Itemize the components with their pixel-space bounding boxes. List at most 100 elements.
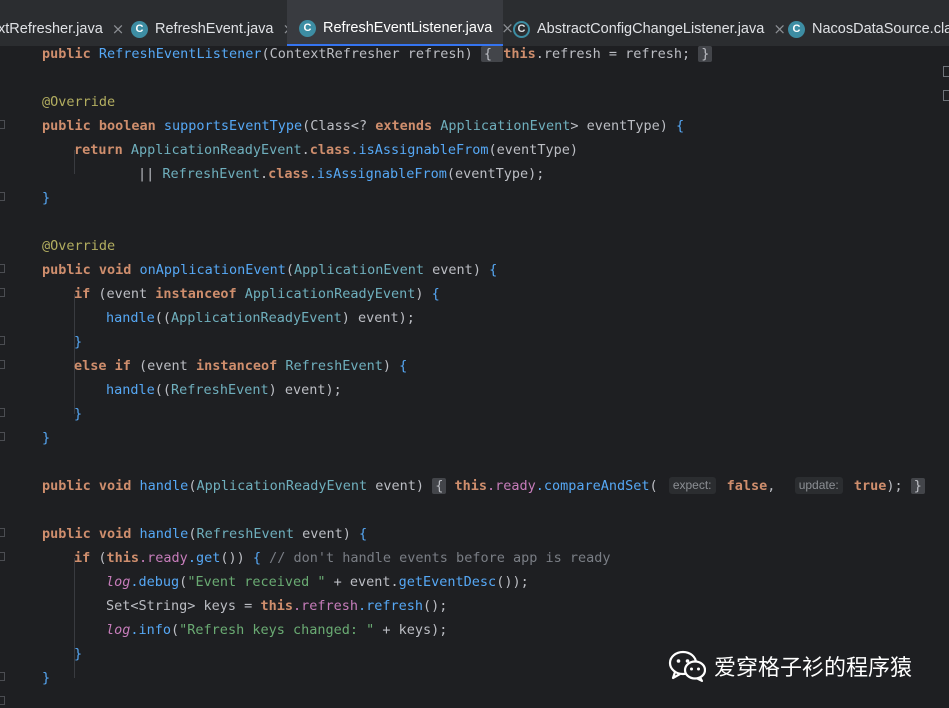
- code-token: .refresh = refresh;: [535, 46, 699, 62]
- fold-marker[interactable]: [0, 528, 5, 537]
- code-token: .ready: [139, 550, 188, 566]
- fold-marker[interactable]: [0, 120, 5, 129]
- code-line: public RefreshEventListener(ContextRefre…: [42, 46, 713, 66]
- fold-marker[interactable]: [0, 672, 5, 681]
- tab-label: AbstractConfigChangeListener.java: [537, 21, 765, 37]
- code-token: {: [480, 46, 504, 62]
- code-line: }: [42, 186, 50, 210]
- wechat-icon: [668, 650, 706, 682]
- code-token: ApplicationReadyEvent: [196, 478, 368, 494]
- code-token: (Class<?: [302, 118, 376, 134]
- code-token: .get: [187, 550, 221, 566]
- annotation: @Override: [42, 238, 116, 254]
- code-token: .compareAndSet: [535, 478, 650, 494]
- close-icon[interactable]: ×: [773, 20, 786, 38]
- abstract-class-icon: C: [513, 20, 530, 38]
- code-token: this: [503, 46, 536, 62]
- code-editor[interactable]: public RefreshEventListener(ContextRefre…: [0, 46, 949, 708]
- code-token: public void: [42, 478, 140, 494]
- code-token: ): [415, 286, 432, 302]
- code-line: public void onApplicationEvent(Applicati…: [42, 258, 497, 282]
- code-token: ApplicationEvent: [294, 262, 425, 278]
- code-token: ApplicationReadyEvent: [171, 310, 342, 326]
- code-token: true: [845, 478, 887, 494]
- folded-block[interactable]: {: [432, 478, 447, 494]
- close-icon[interactable]: ×: [112, 20, 125, 38]
- tab-label: xtRefresher.java: [0, 21, 103, 37]
- code-line: log.debug("Event received " + event.getE…: [106, 570, 529, 594]
- code-line: public boolean supportsEventType(Class<?…: [42, 114, 684, 138]
- code-token: event): [424, 262, 490, 278]
- code-line: if (event instanceof ApplicationReadyEve…: [74, 282, 440, 306]
- parameter-hint: expect:: [668, 477, 716, 494]
- code-token: (eventType): [488, 142, 578, 158]
- code-token: ApplicationReadyEvent: [244, 286, 416, 302]
- code-token: this: [446, 478, 487, 494]
- folded-block[interactable]: }: [910, 478, 925, 494]
- watermark: 爱穿格子衫的程序猿: [668, 650, 912, 682]
- string-literal: "Event received ": [187, 574, 326, 590]
- fold-marker[interactable]: [0, 432, 5, 441]
- code-token: return: [74, 142, 131, 158]
- editor-tab-bar: xtRefresher.java × C RefreshEvent.java ×…: [0, 0, 949, 46]
- code-token: (: [285, 262, 294, 278]
- tab-nacos-data-source[interactable]: C NacosDataSource.clas: [788, 0, 949, 46]
- code-token: + event.: [325, 574, 399, 590]
- code-token: .: [301, 142, 310, 158]
- watermark-text: 爱穿格子衫的程序猿: [714, 656, 913, 681]
- code-token: ,: [767, 478, 792, 494]
- scrollbar-marker[interactable]: [943, 66, 949, 77]
- scrollbar-marker[interactable]: [943, 90, 949, 101]
- code-token: handle: [139, 478, 189, 494]
- fold-marker[interactable]: [0, 336, 5, 345]
- code-token: (event: [98, 286, 156, 302]
- fold-marker[interactable]: [0, 288, 5, 297]
- code-token: .refresh: [357, 598, 424, 614]
- code-token: public void: [42, 526, 140, 542]
- code-token: (ContextRefresher refresh): [261, 46, 481, 62]
- code-token: .ready: [486, 478, 536, 494]
- code-token: event): [294, 526, 360, 542]
- fold-marker[interactable]: [0, 360, 5, 369]
- code-token: .isAssignableFrom: [308, 166, 447, 182]
- code-token: false: [718, 478, 768, 494]
- code-token: {: [252, 550, 270, 566]
- class-icon: C: [131, 20, 148, 38]
- code-token: if: [74, 550, 99, 566]
- tab-refresh-event-listener[interactable]: C RefreshEventListener.java ×: [287, 0, 514, 46]
- tab-refresh-event[interactable]: C RefreshEvent.java ×: [131, 0, 295, 46]
- fold-marker[interactable]: [0, 408, 5, 417]
- code-token: handle: [139, 526, 189, 542]
- code-token: log: [106, 622, 131, 638]
- code-token: ApplicationEvent: [440, 118, 571, 134]
- fold-marker[interactable]: [0, 264, 5, 273]
- code-token: ): [382, 358, 400, 374]
- code-token: + keys);: [374, 622, 448, 638]
- code-token: instanceof: [155, 286, 245, 302]
- code-token: );: [886, 478, 911, 494]
- tab-context-refresher[interactable]: xtRefresher.java ×: [0, 0, 124, 46]
- parameter-hint: update:: [794, 477, 843, 494]
- code-line: }: [74, 642, 82, 666]
- fold-marker[interactable]: [0, 192, 5, 201]
- tab-abstract-config-change-listener[interactable]: C AbstractConfigChangeListener.java ×: [513, 0, 786, 46]
- tab-label: RefreshEventListener.java: [323, 20, 493, 36]
- code-line: }: [42, 666, 50, 690]
- code-token: handle: [106, 382, 155, 398]
- fold-marker[interactable]: [0, 552, 5, 561]
- code-token: }: [74, 406, 83, 422]
- code-token: ||: [138, 166, 163, 182]
- code-token: supportsEventType: [163, 118, 303, 134]
- code-token: RefreshEventListener: [98, 46, 262, 62]
- code-token: (: [98, 550, 107, 566]
- code-line: }: [42, 426, 50, 450]
- code-line: public void handle(RefreshEvent event) {: [42, 522, 367, 546]
- code-line: return ApplicationReadyEvent.class.isAss…: [74, 138, 578, 162]
- close-icon[interactable]: ×: [501, 19, 514, 37]
- code-token: RefreshEvent: [285, 358, 383, 374]
- code-token: handle: [106, 310, 155, 326]
- code-token: extends: [375, 118, 441, 134]
- code-token: {: [431, 286, 440, 302]
- code-token: (eventType);: [446, 166, 545, 182]
- fold-marker[interactable]: [0, 696, 5, 705]
